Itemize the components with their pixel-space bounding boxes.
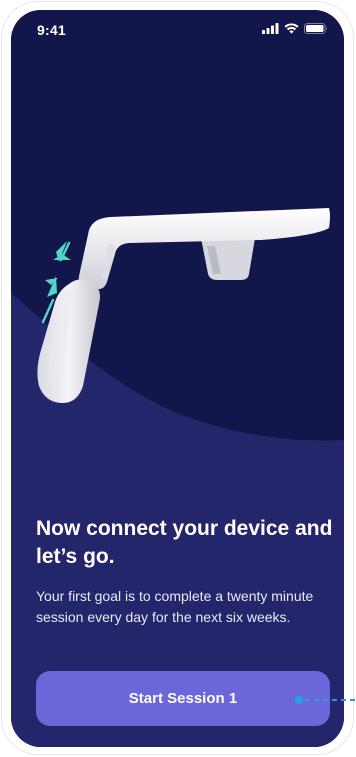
status-icons — [262, 23, 328, 34]
status-time: 9:41 — [37, 22, 66, 38]
battery-icon — [304, 23, 327, 34]
phone-screen: 9:41 Now connect your device and let’s g… — [11, 10, 344, 747]
app-canvas: 9:41 Now connect your device and let’s g… — [0, 0, 356, 757]
onboarding-description: Your first goal is to complete a twenty … — [36, 588, 314, 625]
headset-illustration — [37, 208, 330, 404]
annotation-connector — [294, 695, 356, 705]
onboarding-headline: Now connect your device and let’s go. — [36, 517, 333, 568]
status-bar: 9:41 — [11, 10, 344, 46]
cellular-signal-icon — [262, 23, 279, 34]
headset-band — [37, 208, 330, 404]
wifi-icon — [284, 23, 299, 34]
start-session-button[interactable]: Start Session 1 — [36, 671, 330, 726]
